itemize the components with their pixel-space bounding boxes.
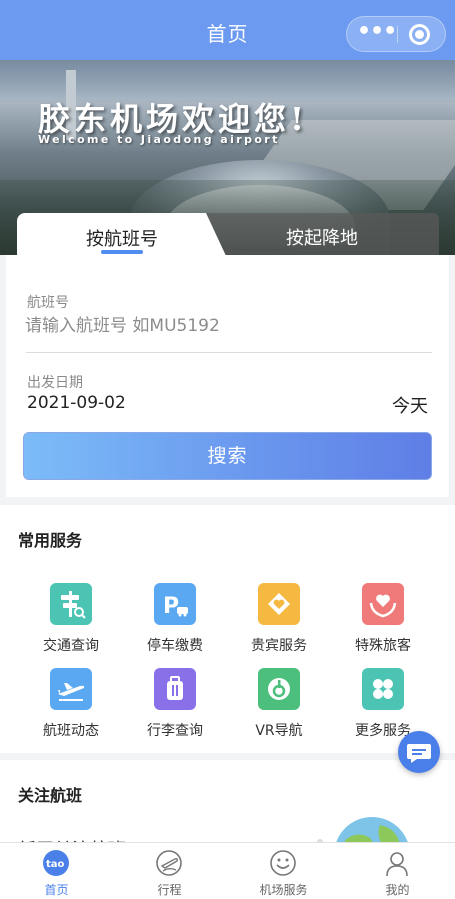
tab-label: 机场服务 xyxy=(259,883,308,897)
common-services-section: 常用服务 交通查询 P 停车缴费 贵宾服务 特殊旅客 航班动态 行李查询 VR导… xyxy=(0,505,455,753)
vr-navigation-icon xyxy=(258,668,300,710)
service-special-passengers[interactable]: 特殊旅客 xyxy=(331,583,435,663)
service-vr-navigation[interactable]: VR导航 xyxy=(227,668,331,748)
service-label: 航班动态 xyxy=(43,723,99,739)
navigation-bar: 首页 ••• xyxy=(0,0,455,60)
bottom-tab-bar: tao 首页 行程 机场服务 我的 xyxy=(0,842,455,899)
tab-mine[interactable]: 我的 xyxy=(341,843,454,899)
departure-date-relative[interactable]: 今天 xyxy=(392,392,428,418)
banner-subtitle: Welcome to Jiaodong airport xyxy=(38,133,280,146)
tab-by-route[interactable]: 按起降地 xyxy=(205,213,439,256)
flight-search-card: 航班号 出发日期 2021-09-02 今天 搜索 xyxy=(6,255,449,497)
tab-airport-services[interactable]: 机场服务 xyxy=(227,843,340,899)
care-heart-icon xyxy=(362,583,404,625)
flight-number-input[interactable] xyxy=(25,312,425,340)
user-icon xyxy=(386,852,408,877)
diamond-heart-icon xyxy=(258,583,300,625)
home-icon: tao xyxy=(43,850,69,876)
customer-service-button[interactable] xyxy=(398,731,440,773)
service-flight-status[interactable]: 航班动态 xyxy=(19,668,123,748)
tab-trip[interactable]: 行程 xyxy=(113,843,226,899)
trip-icon xyxy=(156,850,182,876)
capsule-divider xyxy=(397,26,398,43)
services-title: 常用服务 xyxy=(18,531,83,550)
service-baggage-query[interactable]: 行李查询 xyxy=(123,668,227,748)
flight-number-label: 航班号 xyxy=(27,295,69,311)
field-divider xyxy=(26,352,432,353)
ellipsis-icon[interactable]: ••• xyxy=(357,19,397,49)
service-label: VR导航 xyxy=(255,723,303,739)
parking-icon: P xyxy=(154,583,196,625)
smile-icon xyxy=(270,850,296,876)
service-traffic-query[interactable]: 交通查询 xyxy=(19,583,123,663)
service-parking-payment[interactable]: P 停车缴费 xyxy=(123,583,227,663)
mini-program-capsule: ••• xyxy=(346,16,446,52)
clover-icon xyxy=(362,668,404,710)
target-icon[interactable] xyxy=(409,24,430,45)
service-label: 停车缴费 xyxy=(147,638,203,654)
tab-by-flight-number-label: 按航班号 xyxy=(86,229,158,250)
service-label: 交通查询 xyxy=(43,638,99,654)
luggage-icon xyxy=(154,668,196,710)
departure-date-value[interactable]: 2021-09-02 xyxy=(27,393,126,413)
traffic-sign-icon xyxy=(50,583,92,625)
service-label: 贵宾服务 xyxy=(251,638,307,654)
tab-label: 我的 xyxy=(385,883,410,897)
tab-label: 首页 xyxy=(44,883,69,897)
followed-flights-section: 关注航班 暂无关注航班 xyxy=(0,760,455,850)
airplane-icon xyxy=(50,668,92,710)
svg-text:tao: tao xyxy=(46,859,65,870)
active-tab-indicator xyxy=(101,250,143,254)
departure-date-label: 出发日期 xyxy=(27,375,83,391)
tab-home[interactable]: tao 首页 xyxy=(0,843,113,899)
followed-flights-title: 关注航班 xyxy=(18,786,83,805)
chat-bubble-icon xyxy=(407,744,431,763)
search-button[interactable]: 搜索 xyxy=(23,432,432,480)
svg-text:P: P xyxy=(163,594,179,619)
tab-by-route-label: 按起降地 xyxy=(286,228,358,249)
service-label: 行李查询 xyxy=(147,723,203,739)
tab-label: 行程 xyxy=(157,883,182,897)
service-label: 特殊旅客 xyxy=(355,638,411,654)
service-vip[interactable]: 贵宾服务 xyxy=(227,583,331,663)
